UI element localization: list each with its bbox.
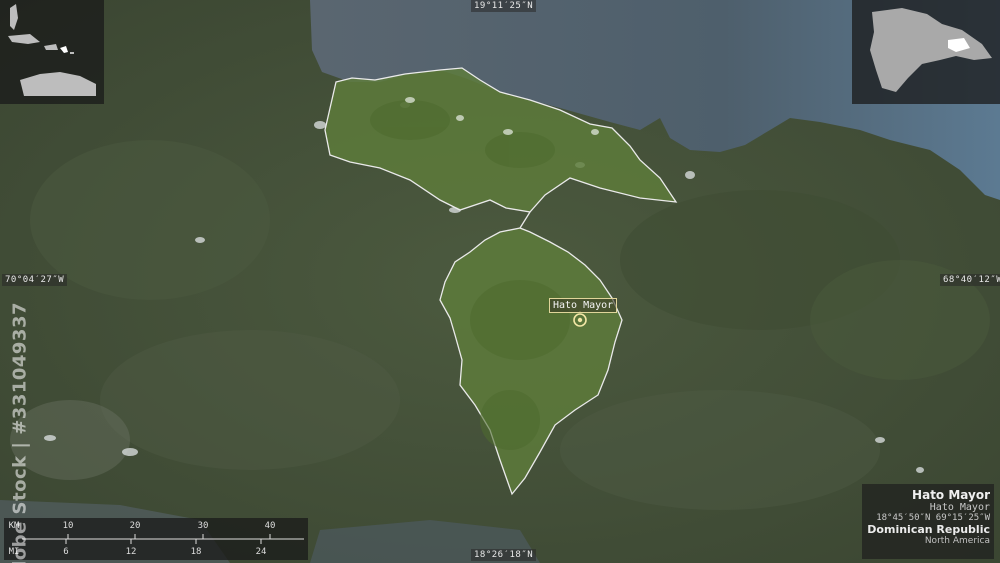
scale-bar: KM MI 10 20 30 40 6 12 18 24 [4, 518, 308, 560]
map-view: 19°11′25″N 18°26′18″N 70°04′27″W 68°40′1… [0, 0, 1000, 563]
coord-top: 19°11′25″N [471, 0, 537, 12]
satellite-map [0, 0, 1000, 563]
city-label: Hato Mayor [549, 298, 618, 313]
info-panel: Hato Mayor Hato Mayor 18°45′50″N 69°15′2… [862, 484, 994, 559]
region-coordinates: 18°45′50″N 69°15′25″W [876, 513, 990, 523]
country-name: Dominican Republic [867, 523, 990, 536]
country-inset [852, 0, 1000, 104]
caribbean-inset [0, 0, 104, 104]
stock-watermark: Adobe Stock | #331049337 [8, 302, 32, 563]
region-title: Hato Mayor [912, 488, 990, 502]
continent-name: North America [924, 536, 990, 546]
coord-right: 68°40′12″W [940, 274, 1000, 286]
caribbean-inset-map [8, 4, 96, 96]
region-subtitle: Hato Mayor [929, 502, 990, 513]
country-inset-map [870, 8, 992, 92]
coord-left: 70°04′27″W [2, 274, 68, 286]
watermark-text: Adobe Stock | #331049337 [9, 301, 31, 563]
coord-bottom: 18°26′18″N [471, 549, 537, 561]
scale-lines [22, 534, 304, 544]
